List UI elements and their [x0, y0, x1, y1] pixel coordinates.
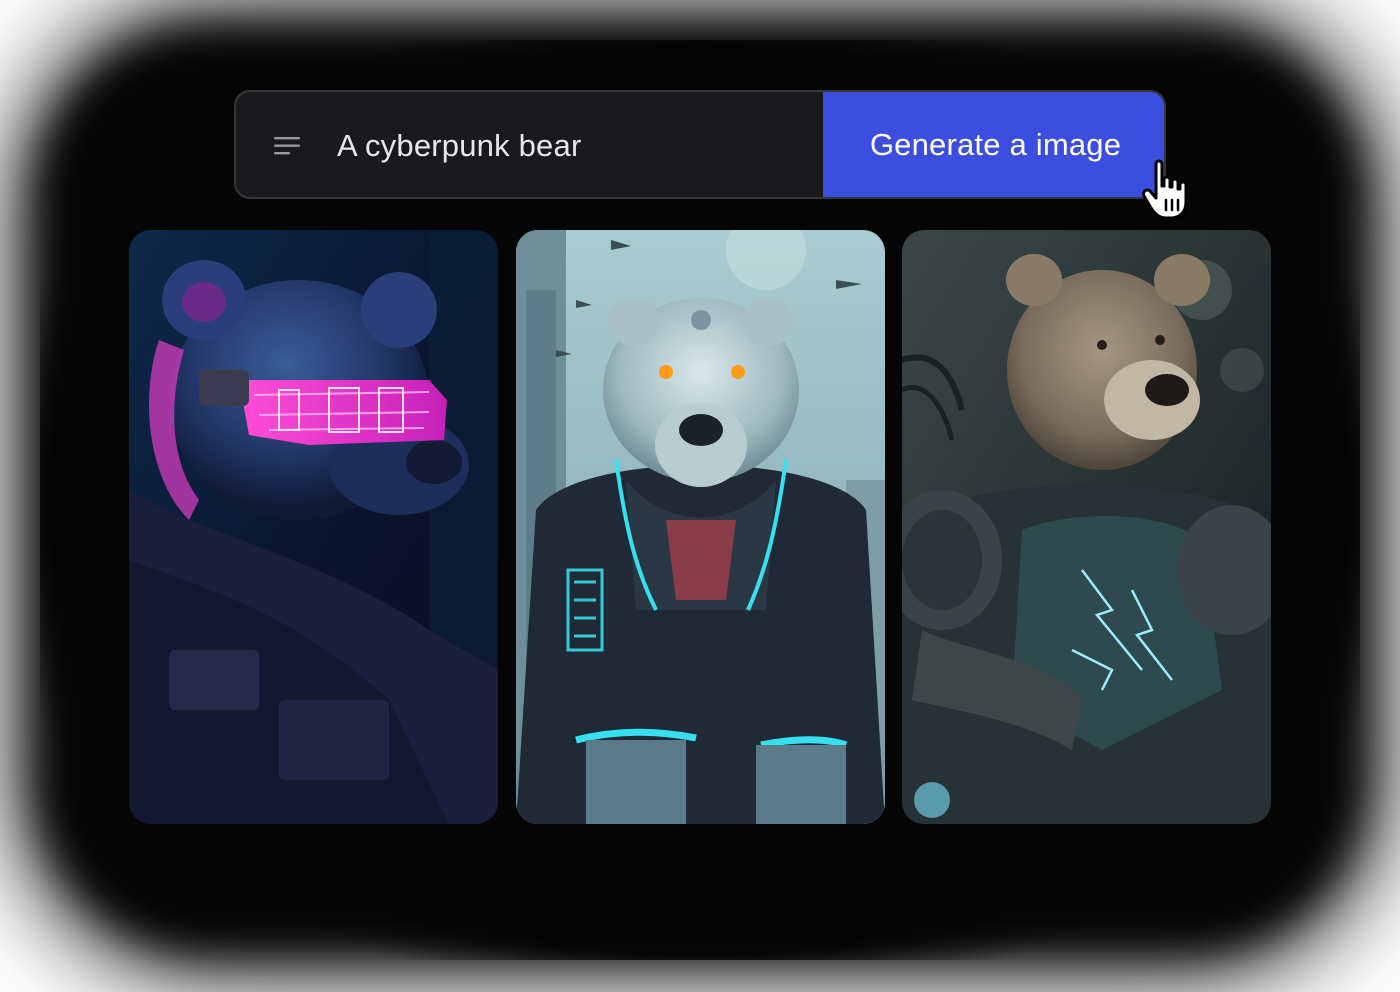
bear-visor-image	[129, 230, 498, 824]
generate-image-button[interactable]: Generate a image	[823, 92, 1164, 197]
result-image-3[interactable]	[902, 230, 1271, 824]
hand-pointer-icon	[1142, 159, 1188, 220]
polar-bear-jacket-image	[516, 230, 885, 824]
result-image-1[interactable]	[129, 230, 498, 824]
prompt-bar[interactable]: A cyberpunk bear Generate a image	[234, 90, 1166, 199]
stage: A cyberpunk bear Generate a image	[0, 0, 1400, 992]
armored-bear-image	[902, 230, 1271, 824]
result-image-2[interactable]	[516, 230, 885, 824]
prompt-input[interactable]: A cyberpunk bear	[337, 126, 581, 166]
menu-lines-icon	[274, 137, 300, 155]
